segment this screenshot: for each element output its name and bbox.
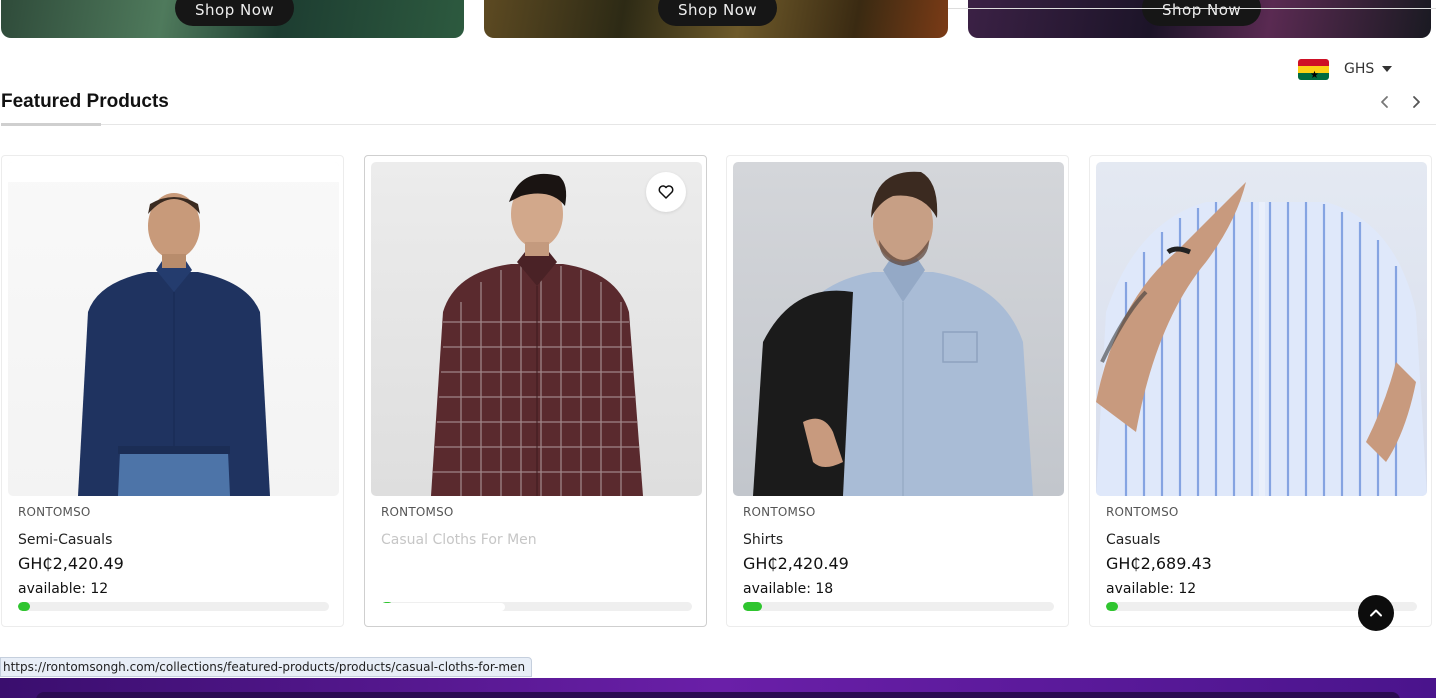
collection-banner-3[interactable]: Shop Now: [968, 0, 1431, 38]
product-card-casuals[interactable]: RONTOMSO Casuals GH₵2,689.43 available: …: [1089, 155, 1432, 627]
stock-progress-bar: [18, 602, 329, 611]
product-image[interactable]: [371, 162, 702, 496]
section-title: Featured Products: [1, 91, 169, 112]
product-name[interactable]: Casual Cloths For Men: [381, 532, 537, 548]
product-availability: available: 12: [1106, 581, 1197, 597]
ghana-flag-icon: ★: [1298, 58, 1329, 80]
product-price: GH₵2,689.43: [1106, 554, 1212, 573]
carousel-next-button[interactable]: [1406, 92, 1426, 112]
product-availability: available: 12: [18, 581, 109, 597]
product-name[interactable]: Semi-Casuals: [18, 532, 112, 548]
collection-banner-2[interactable]: Shop Now: [484, 0, 948, 38]
product-availability: available: 18: [743, 581, 834, 597]
title-underline: [1, 123, 101, 126]
product-card-semi-casuals[interactable]: RONTOMSO Semi-Casuals GH₵2,420.49 availa…: [1, 155, 344, 627]
divider: [1, 124, 1436, 125]
stock-progress-fill: [18, 602, 31, 611]
desktop-background: [0, 678, 1436, 698]
product-price: GH₵2,420.49: [18, 554, 124, 573]
status-bar-url: https://rontomsongh.com/collections/feat…: [0, 657, 533, 677]
heart-icon: [658, 185, 674, 199]
collection-banner-1[interactable]: Shop Now: [1, 0, 464, 38]
product-vendor: RONTOMSO: [1106, 505, 1179, 519]
product-image[interactable]: [1096, 162, 1427, 496]
carousel-prev-button[interactable]: [1375, 92, 1395, 112]
wishlist-button[interactable]: [646, 172, 686, 212]
currency-code: GHS: [1344, 61, 1375, 77]
product-vendor: RONTOMSO: [381, 505, 454, 519]
shop-now-button[interactable]: Shop Now: [1142, 0, 1262, 26]
chevron-left-icon: [1381, 96, 1388, 108]
product-card-shirts[interactable]: RONTOMSO Shirts GH₵2,420.49 available: 1…: [726, 155, 1069, 627]
caret-down-icon: [1382, 66, 1393, 72]
loading-overlay: [379, 603, 505, 611]
product-image[interactable]: [8, 162, 339, 496]
scroll-to-top-button[interactable]: [1358, 595, 1394, 631]
stock-progress-bar: [743, 602, 1054, 611]
product-vendor: RONTOMSO: [743, 505, 816, 519]
product-name[interactable]: Casuals: [1106, 532, 1160, 548]
shop-now-button[interactable]: Shop Now: [658, 0, 778, 26]
product-name[interactable]: Shirts: [743, 532, 783, 548]
stock-progress-fill: [743, 602, 762, 611]
product-image[interactable]: [733, 162, 1064, 496]
product-vendor: RONTOMSO: [18, 505, 91, 519]
stock-progress-fill: [1106, 602, 1119, 611]
chevron-up-icon: [1370, 609, 1382, 617]
product-price: GH₵2,420.49: [743, 554, 849, 573]
chevron-right-icon: [1413, 96, 1420, 108]
currency-selector[interactable]: ★ GHS: [1298, 58, 1393, 80]
storefront-page: Shop Now Shop Now Shop Now ★ GHS Feature…: [0, 0, 1436, 678]
divider: [948, 8, 1436, 9]
product-card-casual-cloths-for-men[interactable]: RONTOMSO Casual Cloths For Men: [364, 155, 707, 627]
shop-now-button[interactable]: Shop Now: [175, 0, 295, 26]
